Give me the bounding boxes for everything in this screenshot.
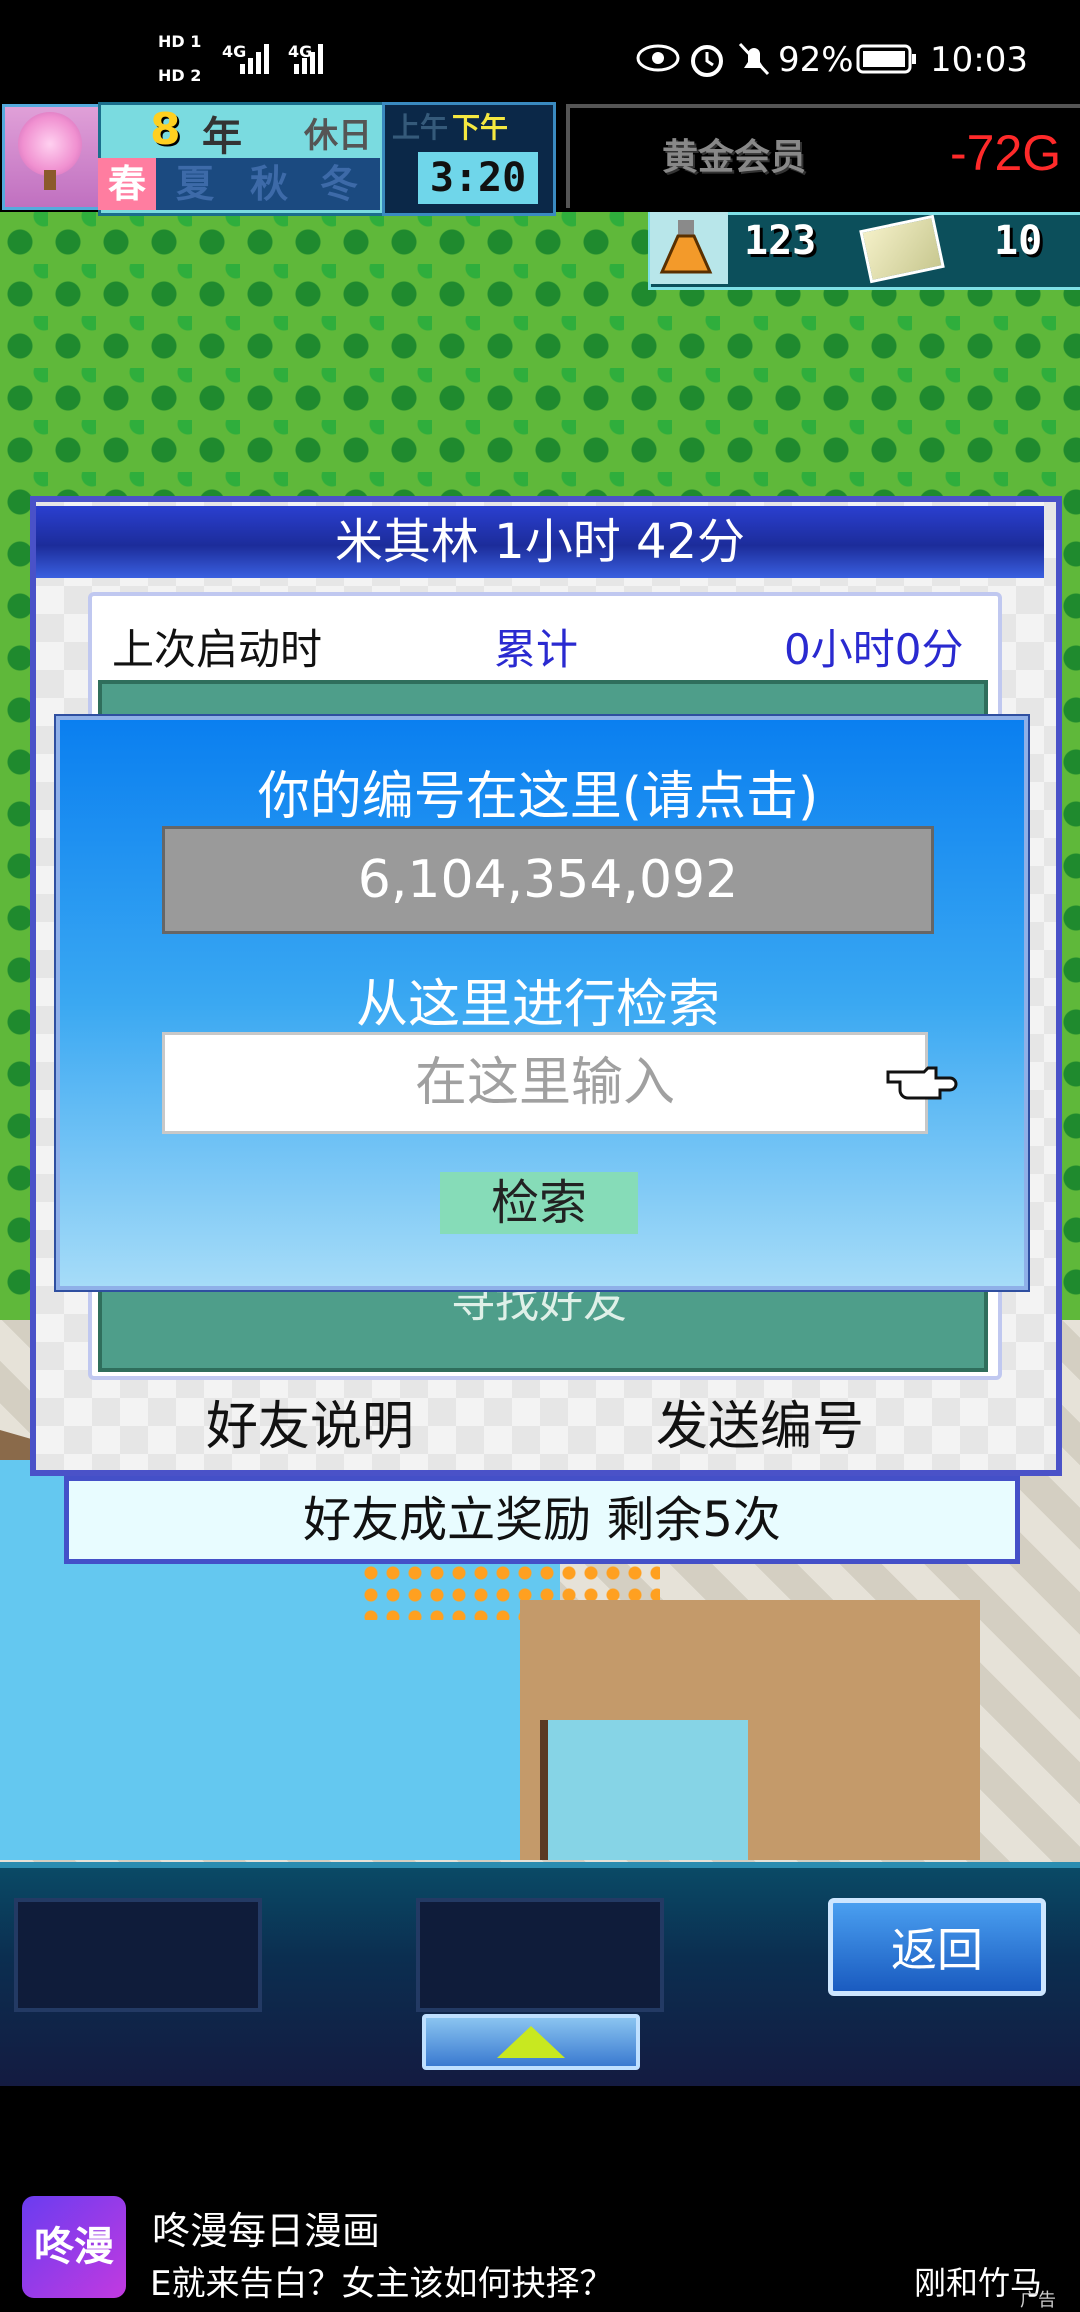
cherry-blossom-icon xyxy=(18,112,82,176)
up-arrow-icon xyxy=(497,2026,565,2058)
friend-reward-bar[interactable]: 好友成立奖励 剩余5次 xyxy=(64,1476,1020,1564)
battery-percent: 92% xyxy=(778,40,854,80)
toolbar-slot-2[interactable] xyxy=(416,1898,664,2012)
send-id-button[interactable]: 发送编号 xyxy=(656,1384,864,1459)
sim2-label: HD 2 xyxy=(158,66,202,85)
pointing-hand-icon xyxy=(886,1066,958,1100)
panel-title: 米其林 1小时 42分 xyxy=(334,514,746,570)
season-row: 春 夏 秋 冬 xyxy=(98,158,380,210)
season-spring: 春 xyxy=(98,158,156,210)
signal-icon xyxy=(240,44,323,74)
sim1-label: HD 1 xyxy=(158,32,202,51)
game-clock: 3:20 xyxy=(418,152,538,204)
panel-title-bar: 米其林 1小时 42分 xyxy=(36,506,1044,578)
friend-info-button[interactable]: 好友说明 xyxy=(206,1384,414,1459)
total-time: 0小时0分 xyxy=(784,625,964,674)
ad-title[interactable]: 咚漫每日漫画 xyxy=(152,2200,380,2255)
season-winter: 冬 xyxy=(319,162,358,206)
map-building-window xyxy=(540,1720,748,1860)
spacer xyxy=(0,2086,1080,2186)
flask-icon xyxy=(659,220,713,274)
holiday-label: 休日 xyxy=(304,116,372,156)
friend-reward-label: 好友成立奖励 剩余5次 xyxy=(303,1492,781,1548)
membership-label: 黄金会员 xyxy=(662,137,807,178)
research-points: 123 xyxy=(744,218,817,264)
back-button[interactable]: 返回 xyxy=(828,1898,1046,1996)
toolbar-slot-1[interactable] xyxy=(14,1898,262,2012)
player-id-box[interactable]: 6,104,354,092 xyxy=(162,826,934,934)
pm-label: 下午 xyxy=(452,111,509,144)
ad-tag: 广告 xyxy=(1020,2290,1056,2311)
eye-icon xyxy=(636,44,680,72)
alarm-icon xyxy=(691,45,723,77)
mute-bell-icon xyxy=(738,42,770,76)
ad-subtitle[interactable]: E就来告白？女主该如何抉择？ xyxy=(150,2256,613,2305)
am-label: 上午 xyxy=(392,111,449,144)
season-summer: 夏 xyxy=(175,162,214,206)
money-amount: -72G xyxy=(950,125,1062,181)
clock-time: 10:03 xyxy=(930,40,1028,80)
battery-icon xyxy=(856,44,916,74)
year-label: 年 xyxy=(202,114,242,160)
total-label: 累计 xyxy=(494,625,579,674)
player-id: 6,104,354,092 xyxy=(357,850,739,910)
season-autumn: 秋 xyxy=(249,162,288,206)
ticket-count: 10 xyxy=(994,218,1043,264)
ad-logo[interactable]: 咚漫 xyxy=(22,2196,126,2298)
search-input[interactable] xyxy=(162,1032,928,1134)
status-bar: HD 1 HD 2 4G 4G 92% 10:03 xyxy=(0,0,1080,100)
year-number: 8 xyxy=(150,104,181,155)
last-launch-label: 上次启动时 xyxy=(112,625,323,674)
search-button[interactable]: 检索 xyxy=(440,1172,638,1234)
expand-up-button[interactable] xyxy=(422,2014,640,2070)
search-heading: 从这里进行检索 xyxy=(355,975,720,1035)
dialog-heading: 你的编号在这里(请点击) xyxy=(257,767,819,827)
tree-trunk xyxy=(44,170,56,190)
